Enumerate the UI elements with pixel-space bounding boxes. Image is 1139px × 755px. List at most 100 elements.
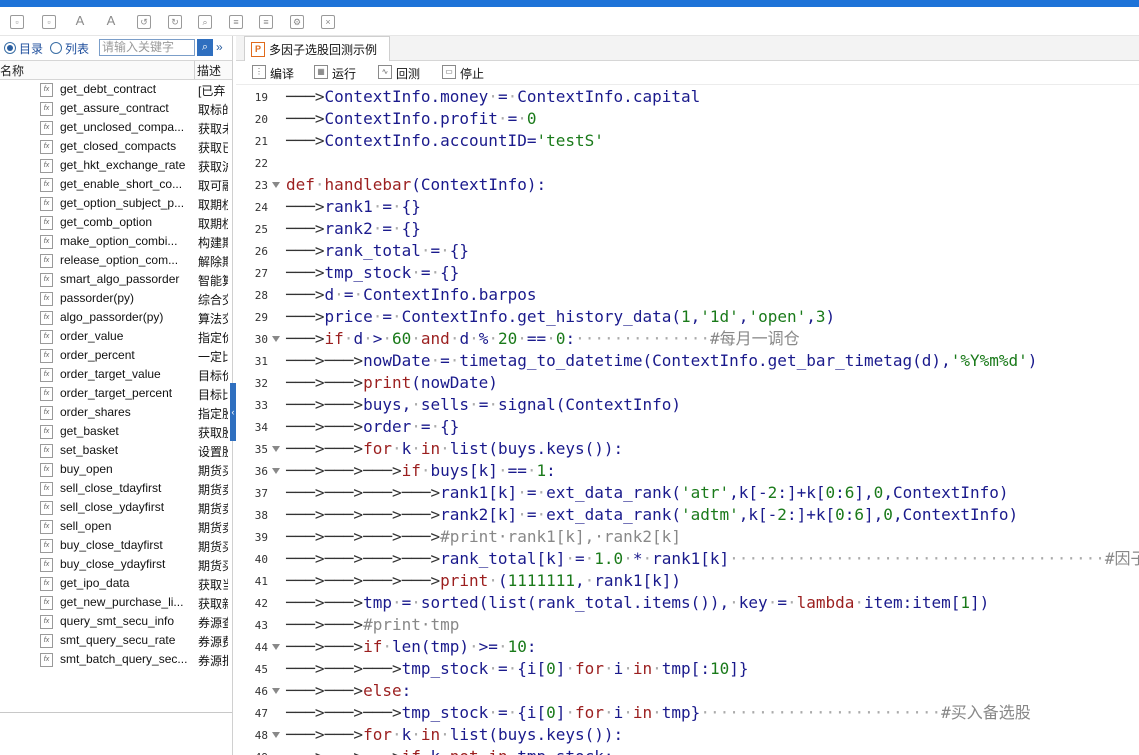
function-icon: fx [40, 539, 53, 553]
list-item[interactable]: fx get_closed_compacts 获取已 [0, 137, 232, 156]
list-item[interactable]: fx buy_open 期货买 [0, 460, 232, 479]
function-icon: fx [40, 349, 53, 363]
list-item[interactable]: fx sell_close_tdayfirst 期货卖 [0, 479, 232, 498]
expand-icon[interactable]: » [216, 40, 223, 54]
line-number: 22 [254, 157, 268, 170]
function-icon: fx [40, 634, 53, 648]
list-item[interactable]: fx get_assure_contract 取标的 [0, 99, 232, 118]
desc-column-header[interactable]: 描述 [197, 62, 221, 79]
list-item[interactable]: fx get_unclosed_compa... 获取未 [0, 118, 232, 137]
list-item[interactable]: fx get_debt_contract [已弃 [0, 80, 232, 99]
list-item[interactable]: fx smt_query_secu_rate 券源费 [0, 631, 232, 650]
function-name: sell_open [60, 519, 112, 533]
code-line: ───>rank2·=·{} [286, 219, 421, 238]
settings-icon[interactable]: ⚙ [290, 15, 304, 29]
search-input[interactable]: 请输入关键字 [99, 39, 195, 56]
function-name: get_debt_contract [60, 82, 157, 96]
save-icon[interactable]: ▫ [10, 15, 24, 29]
function-desc: 取期权 [198, 217, 228, 231]
function-icon: fx [40, 596, 53, 610]
list-item[interactable]: fx buy_close_tdayfirst 期货买 [0, 536, 232, 555]
list-item[interactable]: fx release_option_com... 解除期 [0, 251, 232, 270]
find-in-files-icon[interactable]: ≡ [229, 15, 243, 29]
line-gutter: 36 [236, 460, 280, 482]
list-item[interactable]: fx get_option_subject_p... 取期权 [0, 194, 232, 213]
list-item[interactable]: fx order_target_percent 目标比 [0, 384, 232, 403]
fold-toggle-icon[interactable] [272, 446, 280, 452]
list-radio[interactable] [50, 42, 62, 54]
list-item[interactable]: fx get_enable_short_co... 取可融 [0, 175, 232, 194]
function-name: order_target_percent [60, 386, 173, 400]
function-desc: 一定比 [198, 350, 228, 364]
script-icon[interactable]: ≡ [259, 15, 273, 29]
line-number: 39 [254, 531, 268, 544]
import-icon[interactable]: ↺ [137, 15, 151, 29]
list-item[interactable]: fx passorder(py) 综合交 [0, 289, 232, 308]
list-item[interactable]: fx order_value 指定价 [0, 327, 232, 346]
code-editor[interactable]: 19 ───>ContextInfo.money·=·ContextInfo.ca… [236, 86, 1139, 755]
close-icon[interactable]: × [321, 15, 335, 29]
line-gutter: 28 [236, 284, 276, 306]
line-number: 28 [254, 289, 268, 302]
list-item[interactable]: fx make_option_combi... 构建期 [0, 232, 232, 251]
function-icon: fx [40, 140, 53, 154]
code-line: ───>ContextInfo.money·=·ContextInfo.capi… [286, 87, 701, 106]
function-icon: fx [40, 292, 53, 306]
list-item[interactable]: fx buy_close_ydayfirst 期货买 [0, 555, 232, 574]
tab-backtest-example[interactable]: P 多因子选股回测示例 [244, 36, 390, 61]
list-item[interactable]: fx sell_open 期货卖 [0, 517, 232, 536]
line-gutter: 43 [236, 614, 276, 636]
save-all-icon[interactable]: ▫ [42, 15, 56, 29]
list-item[interactable]: fx sell_close_ydayfirst 期货卖 [0, 498, 232, 517]
list-item[interactable]: fx query_smt_secu_info 券源查 [0, 612, 232, 631]
list-item[interactable]: fx get_basket 获取股 [0, 422, 232, 441]
find-icon[interactable]: ⌕ [198, 15, 212, 29]
list-item[interactable]: fx order_shares 指定股 [0, 403, 232, 422]
list-item[interactable]: fx order_percent 一定比 [0, 346, 232, 365]
column-header: 名称 描述 [0, 60, 232, 80]
list-item[interactable]: fx get_ipo_data 获取当 [0, 574, 232, 593]
line-gutter: 23 [236, 174, 280, 196]
list-item[interactable]: fx algo_passorder(py) 算法交 [0, 308, 232, 327]
fold-toggle-icon[interactable] [272, 688, 280, 694]
list-item[interactable]: fx get_hkt_exchange_rate 获取沪 [0, 156, 232, 175]
function-desc: 构建期 [198, 236, 228, 250]
editor-area: P 多因子选股回测示例 ⋮ 编译 ▦ 运行 ∿ 回测 ▭ 停止 19 ───>Co… [236, 36, 1139, 755]
function-desc: 算法交 [198, 312, 228, 326]
compile-icon: ⋮ [252, 65, 266, 79]
directory-radio[interactable] [4, 42, 16, 54]
list-item[interactable]: fx smt_batch_query_sec... 券源批 [0, 650, 232, 669]
search-icon[interactable]: ⌕ [197, 39, 213, 56]
line-number: 35 [254, 443, 268, 456]
line-gutter: 44 [236, 636, 280, 658]
directory-radio-label[interactable]: 目录 [19, 40, 43, 57]
fold-toggle-icon[interactable] [272, 182, 280, 188]
line-number: 40 [254, 553, 268, 566]
line-number: 43 [254, 619, 268, 632]
line-gutter: 38 [236, 504, 276, 526]
list-item[interactable]: fx order_target_value 目标价 [0, 365, 232, 384]
list-item[interactable]: fx set_basket 设置股 [0, 441, 232, 460]
line-gutter: 37 [236, 482, 276, 504]
name-column-header[interactable]: 名称 [0, 62, 24, 79]
fold-toggle-icon[interactable] [272, 336, 280, 342]
function-icon: fx [40, 482, 53, 496]
list-item[interactable]: fx smart_algo_passorder 智能算 [0, 270, 232, 289]
fold-toggle-icon[interactable] [272, 732, 280, 738]
fold-toggle-icon[interactable] [272, 468, 280, 474]
list-item[interactable]: fx get_comb_option 取期权 [0, 213, 232, 232]
function-icon: fx [40, 425, 53, 439]
list-item[interactable]: fx get_new_purchase_li... 获取新 [0, 593, 232, 612]
panel-controls: 目录 列表 请输入关键字 ⌕ » [0, 36, 232, 60]
function-icon: fx [40, 463, 53, 477]
fold-toggle-icon[interactable] [272, 644, 280, 650]
font-increase-icon[interactable]: A [103, 13, 119, 29]
font-decrease-icon[interactable]: A [72, 13, 88, 29]
export-icon[interactable]: ↻ [168, 15, 182, 29]
list-radio-label[interactable]: 列表 [65, 40, 89, 57]
code-line: ───>───>───>───>rank1[k]·=·ext_data_rank… [286, 483, 1009, 502]
function-name: get_enable_short_co... [60, 177, 183, 191]
function-desc: 取标的 [198, 103, 228, 117]
line-gutter: 20 [236, 108, 276, 130]
function-name: buy_close_tdayfirst [60, 538, 163, 552]
